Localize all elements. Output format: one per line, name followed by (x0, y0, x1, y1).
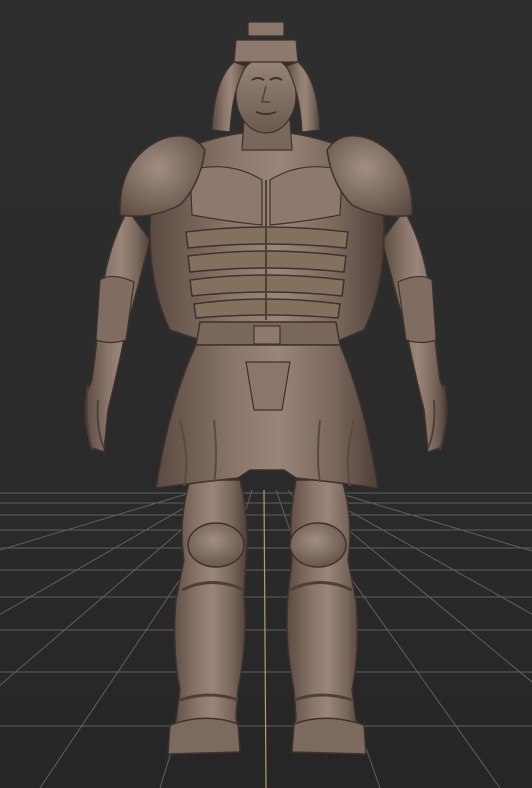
3d-viewport[interactable] (0, 0, 532, 788)
left-arm (84, 208, 151, 454)
grid-axis-line (263, 489, 267, 788)
right-arm (381, 208, 448, 454)
warrior-model[interactable] (84, 21, 448, 755)
belt-and-skirt (155, 321, 379, 489)
right-leg (286, 479, 367, 755)
viewport-scene (0, 21, 532, 788)
head (235, 56, 297, 151)
left-leg (167, 479, 248, 755)
